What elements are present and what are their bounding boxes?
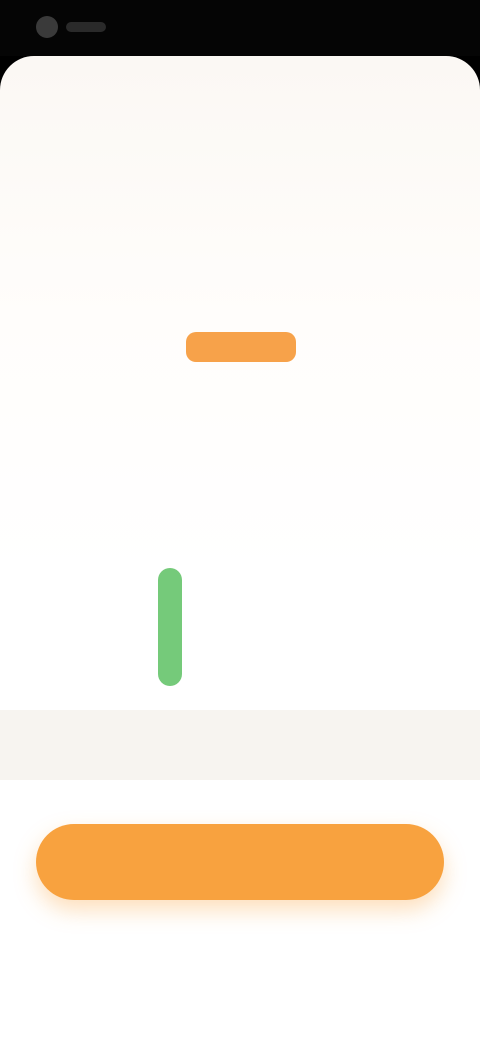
bottom-sheet <box>0 56 480 1040</box>
footer-links <box>0 952 480 992</box>
price-right-text <box>318 734 438 754</box>
status-bar <box>0 0 480 56</box>
checklist-items <box>194 568 382 686</box>
primary-cta-button[interactable] <box>36 824 444 900</box>
checklist-progress-bar <box>158 568 182 686</box>
footer-link-left[interactable] <box>48 962 218 982</box>
sheet-content <box>0 56 480 1040</box>
price-left-text <box>52 734 222 754</box>
feature-checklist <box>152 568 382 686</box>
offer-badge <box>186 332 296 362</box>
footer-link-right[interactable] <box>300 962 432 982</box>
price-row <box>0 710 480 780</box>
status-time <box>66 22 106 32</box>
status-dot-icon <box>36 16 58 38</box>
